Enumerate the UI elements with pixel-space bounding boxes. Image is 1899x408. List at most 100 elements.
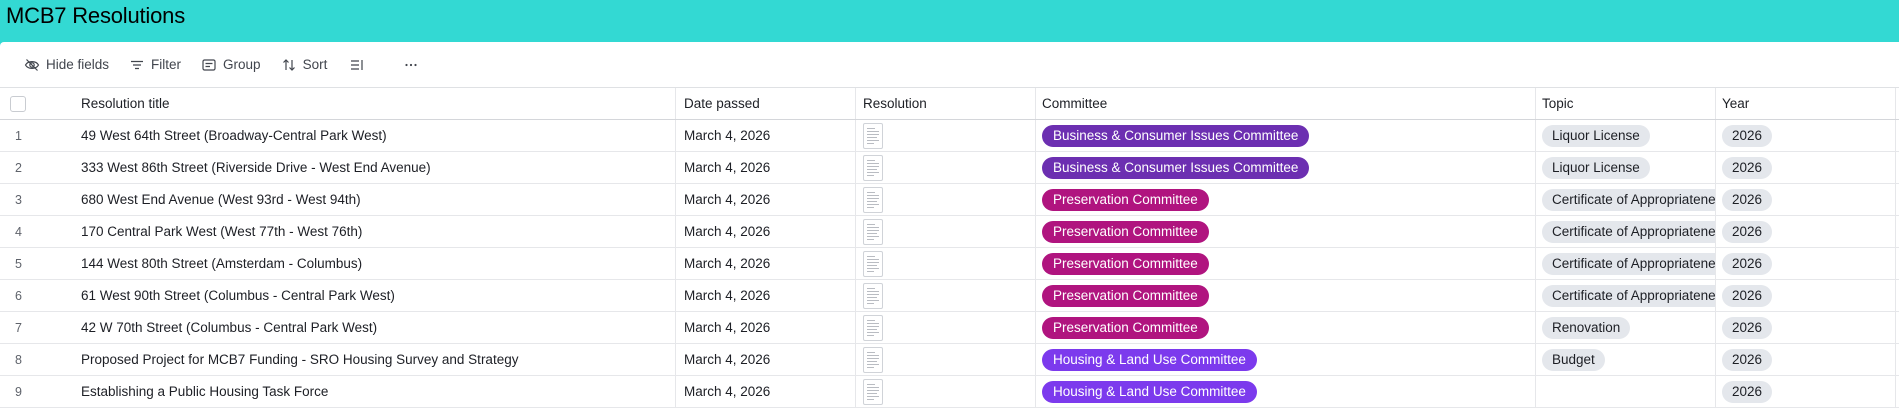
year-tag: 2026 xyxy=(1722,252,1773,275)
select-all-checkbox[interactable] xyxy=(10,95,26,112)
committee-tag: Preservation Committee xyxy=(1042,284,1209,307)
table-row[interactable]: 5 144 West 80th Street (Amsterdam - Colum… xyxy=(0,248,1899,280)
topic-cell[interactable]: Liquor License xyxy=(1536,152,1716,183)
committee-cell[interactable]: Housing & Land Use Committee xyxy=(1036,376,1536,407)
topic-tag: Liquor License xyxy=(1542,156,1650,179)
resolution-attachment-cell[interactable] xyxy=(856,216,1036,247)
year-cell[interactable]: 2026 xyxy=(1716,312,1896,343)
more-options-button[interactable] xyxy=(395,51,427,79)
date-passed-cell[interactable]: March 4, 2026 xyxy=(676,216,856,247)
resolution-attachment-cell[interactable] xyxy=(856,184,1036,215)
committee-cell[interactable]: Preservation Committee xyxy=(1036,216,1536,247)
topic-cell[interactable]: Certificate of Appropriateness xyxy=(1536,184,1716,215)
resolution-attachment-cell[interactable] xyxy=(856,120,1036,151)
year-cell[interactable]: 2026 xyxy=(1716,152,1896,183)
table-row[interactable]: 8 Proposed Project for MCB7 Funding - SRO… xyxy=(0,344,1899,376)
topic-tag: Certificate of Appropriateness xyxy=(1542,188,1715,211)
resolution-attachment-cell[interactable] xyxy=(856,344,1036,375)
select-all-cell xyxy=(0,88,74,119)
topic-tag: Budget xyxy=(1542,348,1605,371)
committee-cell[interactable]: Preservation Committee xyxy=(1036,312,1536,343)
pdf-thumbnail-icon[interactable] xyxy=(863,122,883,149)
committee-cell[interactable]: Housing & Land Use Committee xyxy=(1036,344,1536,375)
table-row[interactable]: 4 170 Central Park West (West 77th - West… xyxy=(0,216,1899,248)
filter-icon xyxy=(131,60,144,69)
sort-button[interactable]: Sort xyxy=(273,51,336,79)
table-row[interactable]: 3 680 West End Avenue (West 93rd - West 9… xyxy=(0,184,1899,216)
pdf-thumbnail-icon[interactable] xyxy=(863,186,883,213)
row-height-button[interactable] xyxy=(341,51,373,79)
committee-cell[interactable]: Business & Consumer Issues Committee xyxy=(1036,120,1536,151)
table-row[interactable]: 1 49 West 64th Street (Broadway-Central P… xyxy=(0,120,1899,152)
pdf-thumbnail-icon[interactable] xyxy=(863,282,883,309)
committee-cell[interactable]: Preservation Committee xyxy=(1036,184,1536,215)
date-passed-cell[interactable]: March 4, 2026 xyxy=(676,248,856,279)
pdf-thumbnail-icon[interactable] xyxy=(863,378,883,405)
pdf-thumbnail-icon[interactable] xyxy=(863,346,883,373)
topic-tag: Certificate of Appropriateness xyxy=(1542,220,1715,243)
committee-cell[interactable]: Business & Consumer Issues Committee xyxy=(1036,152,1536,183)
topic-cell[interactable] xyxy=(1536,376,1716,407)
topic-cell[interactable]: Certificate of Appropriateness xyxy=(1536,280,1716,311)
resolution-title-cell[interactable]: 42 W 70th Street (Columbus - Central Par… xyxy=(74,312,676,343)
date-passed-cell[interactable]: March 4, 2026 xyxy=(676,120,856,151)
resolution-title-cell[interactable]: 144 West 80th Street (Amsterdam - Columb… xyxy=(74,248,676,279)
filter-button[interactable]: Filter xyxy=(121,51,189,79)
committee-cell[interactable]: Preservation Committee xyxy=(1036,248,1536,279)
year-cell[interactable]: 2026 xyxy=(1716,216,1896,247)
column-header-topic[interactable]: Topic xyxy=(1536,88,1716,119)
year-cell[interactable]: 2026 xyxy=(1716,376,1896,407)
topic-cell[interactable]: Budget xyxy=(1536,344,1716,375)
topic-cell[interactable]: Liquor License xyxy=(1536,120,1716,151)
table-row[interactable]: 6 61 West 90th Street (Columbus - Central… xyxy=(0,280,1899,312)
group-icon xyxy=(202,58,216,71)
date-passed-cell[interactable]: March 4, 2026 xyxy=(676,184,856,215)
table-row[interactable]: 7 42 W 70th Street (Columbus - Central Pa… xyxy=(0,312,1899,344)
topic-cell[interactable]: Certificate of Appropriateness xyxy=(1536,248,1716,279)
column-header-date[interactable]: Date passed xyxy=(676,88,856,119)
column-header-year[interactable]: Year xyxy=(1716,88,1896,119)
resolution-attachment-cell[interactable] xyxy=(856,152,1036,183)
date-passed-cell[interactable]: March 4, 2026 xyxy=(676,376,856,407)
resolution-attachment-cell[interactable] xyxy=(856,376,1036,407)
table-row[interactable]: 2 333 West 86th Street (Riverside Drive -… xyxy=(0,152,1899,184)
column-header-title[interactable]: Resolution title xyxy=(74,88,676,119)
resolution-title-cell[interactable]: Proposed Project for MCB7 Funding - SRO … xyxy=(74,344,676,375)
group-button[interactable]: Group xyxy=(193,51,269,79)
column-header-resolution[interactable]: Resolution xyxy=(856,88,1036,119)
resolution-title-cell[interactable]: Establishing a Public Housing Task Force xyxy=(74,376,676,407)
pdf-thumbnail-icon[interactable] xyxy=(863,218,883,245)
date-passed-cell[interactable]: March 4, 2026 xyxy=(676,312,856,343)
resolution-title-cell[interactable]: 333 West 86th Street (Riverside Drive - … xyxy=(74,152,676,183)
committee-cell[interactable]: Preservation Committee xyxy=(1036,280,1536,311)
pdf-thumbnail-icon[interactable] xyxy=(863,314,883,341)
year-cell[interactable]: 2026 xyxy=(1716,344,1896,375)
resolution-attachment-cell[interactable] xyxy=(856,248,1036,279)
year-cell[interactable]: 2026 xyxy=(1716,184,1896,215)
hide-fields-label: Hide fields xyxy=(46,57,110,72)
column-header-committee[interactable]: Committee xyxy=(1036,88,1536,119)
date-passed-cell[interactable]: March 4, 2026 xyxy=(676,280,856,311)
date-passed-cell[interactable]: March 4, 2026 xyxy=(676,344,856,375)
topic-tag: Liquor License xyxy=(1542,124,1650,147)
resolution-title-cell[interactable]: 49 West 64th Street (Broadway-Central Pa… xyxy=(74,120,676,151)
year-cell[interactable]: 2026 xyxy=(1716,280,1896,311)
hide-fields-button[interactable]: Hide fields xyxy=(16,51,117,79)
view-toolbar: Hide fields Filter Group Sort xyxy=(0,42,1899,88)
row-number: 1 xyxy=(15,128,22,143)
topic-cell[interactable]: Certificate of Appropriateness xyxy=(1536,216,1716,247)
resolution-attachment-cell[interactable] xyxy=(856,280,1036,311)
topic-tag: Renovation xyxy=(1542,316,1631,339)
date-passed-cell[interactable]: March 4, 2026 xyxy=(676,152,856,183)
pdf-thumbnail-icon[interactable] xyxy=(863,154,883,181)
topic-cell[interactable]: Renovation xyxy=(1536,312,1716,343)
year-cell[interactable]: 2026 xyxy=(1716,248,1896,279)
pdf-thumbnail-icon[interactable] xyxy=(863,250,883,277)
table-row[interactable]: 9 Establishing a Public Housing Task Forc… xyxy=(0,376,1899,408)
resolution-title-cell[interactable]: 61 West 90th Street (Columbus - Central … xyxy=(74,280,676,311)
year-cell[interactable]: 2026 xyxy=(1716,120,1896,151)
resolution-title-cell[interactable]: 170 Central Park West (West 77th - West … xyxy=(74,216,676,247)
resolution-attachment-cell[interactable] xyxy=(856,312,1036,343)
resolution-title-cell[interactable]: 680 West End Avenue (West 93rd - West 94… xyxy=(74,184,676,215)
base-title[interactable]: MCB7 Resolutions xyxy=(6,3,185,29)
